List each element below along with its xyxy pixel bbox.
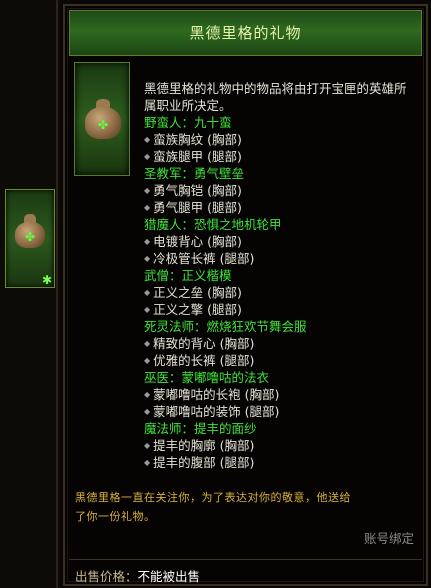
sell-price-value: 不能被出售 [137, 569, 201, 584]
inventory-strip: ✤ ✱ [0, 0, 60, 588]
sell-price-label: 出售价格： [75, 569, 138, 584]
class-header: 死灵法师：燃烧狂欢节舞会服 [144, 319, 307, 334]
class-header: 野蛮人：九十蛮 [144, 115, 232, 130]
list-item: 电镀背心 (胸部) [144, 233, 242, 250]
gift-bag-icon: ✤ [15, 214, 45, 248]
gift-bag-icon: ✤ [85, 99, 121, 139]
list-item: 优雅的长裤 (腿部) [144, 352, 254, 369]
inventory-divider [56, 0, 58, 588]
list-item: 蛮族腿甲 (腿部) [144, 148, 242, 165]
list-item: 提丰的胸廓 (胸部) [144, 437, 254, 454]
list-item: 勇气腿甲 (腿部) [144, 199, 242, 216]
list-item: 精致的背心 (胸部) [144, 335, 254, 352]
class-header: 巫医：蒙嘟噜咕的法衣 [144, 370, 270, 385]
flavor-text: 黑德里格一直在关注你，为了表达对你的敬意，他送给 了你一份礼物。 [75, 488, 420, 526]
clover-icon: ✱ [41, 273, 52, 287]
list-item: 蛮族胸纹 (胸部) [144, 131, 242, 148]
list-item: 冷极管长裤 (腿部) [144, 250, 254, 267]
list-item: 提丰的腹部 (腿部) [144, 454, 254, 471]
list-item: 正义之擎 (腿部) [144, 301, 242, 318]
item-title: 黑德里格的礼物 [189, 24, 302, 42]
class-header: 武僧：正义楷模 [144, 268, 232, 283]
list-item: 蒙嘟噜咕的长袍 (胸部) [144, 386, 279, 403]
item-image: ✤ [74, 62, 130, 176]
sell-price: 出售价格：不能被出售 [75, 566, 200, 585]
list-item: 勇气胸铠 (胸部) [144, 182, 242, 199]
class-header: 魔法师：提丰的面纱 [144, 421, 257, 436]
footer-divider [69, 559, 422, 560]
inventory-slot-gift[interactable]: ✤ ✱ [5, 189, 55, 288]
list-item: 正义之垒 (胸部) [144, 284, 242, 301]
bind-status: 账号绑定 [363, 531, 414, 546]
list-item: 蒙嘟噜咕的装饰 (腿部) [144, 403, 279, 420]
class-header: 猎魔人：恐惧之地机轮甲 [144, 217, 282, 232]
item-description: 黑德里格的礼物中的物品将由打开宝匣的英雄所属职业所决定。 [144, 81, 407, 113]
class-header: 圣教军：勇气壁垒 [144, 166, 245, 181]
item-tooltip: 黑德里格的礼物 ✤ 黑德里格的礼物中的物品将由打开宝匣的英雄所属职业所决定。 野… [63, 4, 428, 586]
tooltip-title-bar: 黑德里格的礼物 [69, 10, 422, 56]
flavor-line: 黑德里格一直在关注你，为了表达对你的敬意，他送给 [75, 491, 351, 504]
flavor-line: 了你一份礼物。 [75, 510, 156, 523]
